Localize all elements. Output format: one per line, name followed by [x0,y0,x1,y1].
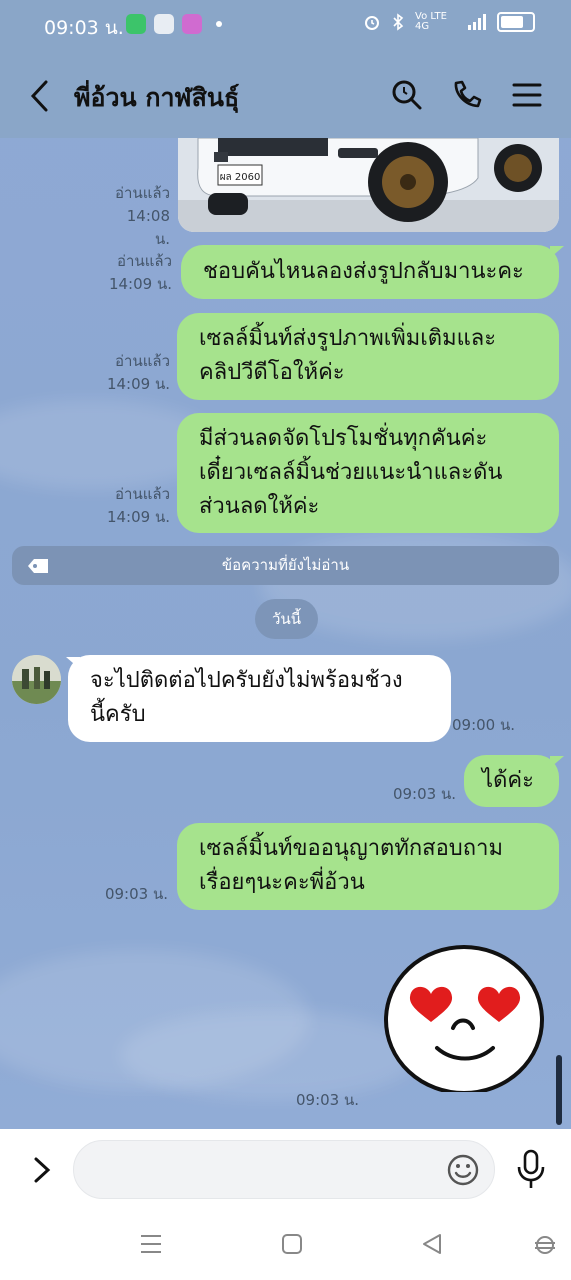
status-time: 09:03 น. [44,17,124,39]
message-time: 09:00 น. [452,716,516,734]
system-nav-bar [0,1209,571,1280]
message-time: 09:03 น. [104,885,168,903]
search-icon[interactable] [390,78,424,112]
read-receipt: อ่านแล้ว [117,252,172,270]
message-text: คลิปวีดีโอให้ค่ะ [199,360,345,385]
message-time: 14:09 น. [106,508,170,526]
license-plate: ผล 2060 [220,172,261,183]
battery-icon [497,12,535,32]
message-text: เรื่อยๆนะคะพี่อ้วน [199,870,365,895]
message-time: 09:03 น. [392,785,456,803]
network-label: Vo LTE 4G [415,11,447,32]
car-image-graphic: ผล 2060 [178,138,559,232]
chat-app-icon [126,14,146,34]
message-meta: อ่านแล้ว 14:08 น. [108,182,170,251]
message-text: ได้ค่ะ [482,768,534,793]
message-text: มีส่วนลดจัดโปรโมชั่นทุกคันค่ะ [199,426,488,451]
assistant-icon[interactable] [533,1233,557,1257]
message-meta: อ่านแล้ว 14:09 น. [106,483,170,529]
read-receipt: อ่านแล้ว [115,352,170,370]
app-icon [182,14,202,34]
message-text: จะไปติดต่อไปครับยังไม่พร้อมช้วง [90,668,403,693]
alarm-icon [365,16,379,30]
message-bubble-outgoing[interactable]: ชอบคันไหนลองส่งรูปกลับมานะคะ [181,245,559,299]
message-bubble-incoming[interactable]: จะไปติดต่อไปครับยังไม่พร้อมช้วง นี้ครับ [68,655,451,742]
message-text: ส่วนลดให้ค่ะ [199,494,320,519]
avatar-image [12,655,61,704]
message-bubble-outgoing[interactable]: เซลล์มิ้นท์ส่งรูปภาพเพิ่มเติมและ คลิปวีด… [177,313,559,400]
signal-icon [468,14,486,30]
car-photo[interactable]: ผล 2060 [178,138,559,232]
unread-divider: ข้อความที่ยังไม่อ่าน [12,546,559,585]
message-time: 14:08 น. [126,207,170,248]
status-bar: 09:03 น. Vo LTE 4G [0,0,571,50]
message-meta: อ่านแล้ว 14:09 น. [108,250,172,296]
message-time: 14:09 น. [108,275,172,293]
message-input[interactable] [73,1140,495,1199]
message-text: ชอบคันไหนลองส่งรูปกลับมานะคะ [203,259,524,284]
read-receipt: อ่านแล้ว [115,485,170,503]
back-arrow-icon[interactable] [28,78,50,114]
message-text: นี้ครับ [90,702,146,727]
message-bubble-outgoing[interactable]: เซลล์มิ้นท์ขออนุญาตทักสอบถาม เรื่อยๆนะคะ… [177,823,559,910]
message-meta: อ่านแล้ว 14:09 น. [106,350,170,396]
more-dot-icon [216,21,222,27]
status-notification-icons [126,14,222,34]
back-triangle-icon[interactable] [421,1233,443,1255]
chat-title: พี่อ้วน กาฬสินธุ์ [74,83,240,112]
heart-eyes-emoji-icon[interactable] [381,942,547,1095]
message-bubble-outgoing[interactable]: ได้ค่ะ [464,755,559,807]
emoji-icon[interactable] [446,1153,480,1187]
unread-label: ข้อความที่ยังไม่อ่าน [221,556,350,574]
date-chip: วันนี้ [255,599,318,639]
tag-icon [28,559,48,573]
bluetooth-icon [393,13,404,31]
message-text: เดี๋ยวเซลล์มิ้นช่วยแนะนำและดัน [199,460,503,485]
scrollbar[interactable] [556,1055,562,1125]
youtube-icon [154,14,174,34]
read-receipt: อ่านแล้ว [115,184,170,202]
chevron-right-icon[interactable] [30,1153,54,1187]
home-icon[interactable] [281,1233,303,1255]
message-text: เซลล์มิ้นท์ส่งรูปภาพเพิ่มเติมและ [199,326,497,351]
avatar[interactable] [12,655,61,704]
input-bar [0,1129,571,1209]
recent-apps-icon[interactable] [140,1233,162,1255]
sticker-graphic [384,945,544,1095]
phone-icon[interactable] [450,78,484,112]
message-time: 14:09 น. [106,375,170,393]
chat-header: พี่อ้วน กาฬสินธุ์ [0,50,571,138]
status-system-icons: Vo LTE 4G [363,12,535,32]
message-time: 09:03 น. [296,1091,360,1109]
message-bubble-outgoing[interactable]: มีส่วนลดจัดโปรโมชั่นทุกคันค่ะ เดี๋ยวเซลล… [177,413,559,533]
menu-icon[interactable] [510,78,544,112]
message-text: เซลล์มิ้นท์ขออนุญาตทักสอบถาม [199,836,503,861]
microphone-icon[interactable] [514,1149,548,1191]
